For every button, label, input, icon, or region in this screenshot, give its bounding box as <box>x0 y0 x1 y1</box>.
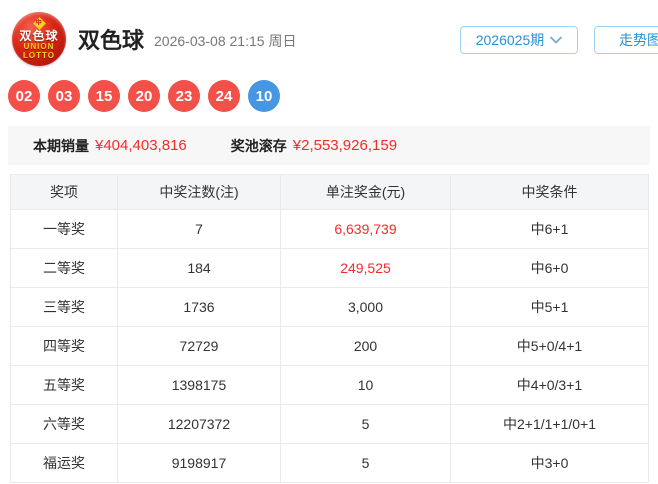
col-header-prize: 奖项 <box>10 174 118 210</box>
prize-condition: 中4+0/3+1 <box>450 365 649 405</box>
page-title: 双色球 <box>78 28 145 53</box>
prize-count: 12207372 <box>117 404 281 444</box>
prize-amount: 5 <box>280 443 451 483</box>
col-header-condition: 中奖条件 <box>450 174 649 210</box>
table-row: 五等奖 1398175 10 中4+0/3+1 <box>10 365 649 405</box>
table-row: 六等奖 12207372 5 中2+1/1+1/0+1 <box>10 404 649 444</box>
prize-condition: 中5+0/4+1 <box>450 326 649 366</box>
prize-condition: 中2+1/1+1/0+1 <box>450 404 649 444</box>
draw-datetime: 2026-03-08 21:15 周日 <box>154 33 297 49</box>
table-row: 二等奖 184 249,525 中6+0 <box>10 248 649 288</box>
prize-count: 184 <box>117 248 281 288</box>
chevron-down-icon <box>550 36 563 44</box>
pool-value: ¥2,553,926,159 <box>292 137 398 154</box>
trend-chart-label: 走势图 <box>619 32 658 48</box>
prize-name: 二等奖 <box>10 248 118 288</box>
union-lotto-logo: 中 双色球 UNION LOTTO <box>12 12 66 66</box>
prize-condition: 中5+1 <box>450 287 649 327</box>
table-row: 三等奖 1736 3,000 中5+1 <box>10 287 649 327</box>
prize-name: 福运奖 <box>10 443 118 483</box>
prize-amount: 6,639,739 <box>280 209 451 249</box>
prize-name: 四等奖 <box>10 326 118 366</box>
prize-amount: 5 <box>280 404 451 444</box>
prize-amount: 10 <box>280 365 451 405</box>
red-ball: 20 <box>128 80 160 112</box>
prize-condition: 中6+0 <box>450 248 649 288</box>
table-header-row: 奖项 中奖注数(注) 单注奖金(元) 中奖条件 <box>10 174 649 210</box>
table-row: 福运奖 9198917 5 中3+0 <box>10 443 649 483</box>
prize-amount: 249,525 <box>280 248 451 288</box>
sales-label: 本期销量 <box>33 137 89 154</box>
prize-count: 7 <box>117 209 281 249</box>
logo-mark-icon: 中 <box>32 16 46 30</box>
prize-name: 三等奖 <box>10 287 118 327</box>
prize-table: 奖项 中奖注数(注) 单注奖金(元) 中奖条件 一等奖 7 6,639,739 … <box>10 174 649 483</box>
red-ball: 15 <box>88 80 120 112</box>
prize-amount: 3,000 <box>280 287 451 327</box>
col-header-amount: 单注奖金(元) <box>280 174 451 210</box>
prize-condition: 中3+0 <box>450 443 649 483</box>
prize-name: 五等奖 <box>10 365 118 405</box>
prize-count: 1736 <box>117 287 281 327</box>
red-ball: 24 <box>208 80 240 112</box>
period-selector-dropdown[interactable]: 2026025期 <box>460 26 578 54</box>
prize-name: 一等奖 <box>10 209 118 249</box>
prize-count: 1398175 <box>117 365 281 405</box>
col-header-count: 中奖注数(注) <box>117 174 281 210</box>
red-ball: 02 <box>8 80 40 112</box>
sales-strip: 本期销量 ¥404,403,816 奖池滚存 ¥2,553,926,159 <box>8 126 650 165</box>
period-selector-label: 2026025期 <box>475 32 545 48</box>
pool-label: 奖池滚存 <box>230 137 287 154</box>
red-ball: 03 <box>48 80 80 112</box>
sales-value: ¥404,403,816 <box>95 137 187 154</box>
blue-ball: 10 <box>248 80 280 112</box>
table-row: 四等奖 72729 200 中5+0/4+1 <box>10 326 649 366</box>
trend-chart-button[interactable]: 走势图 <box>594 26 658 54</box>
logo-union-text: UNION <box>23 41 55 51</box>
logo-cn-text: 双色球 <box>19 28 59 43</box>
prize-name: 六等奖 <box>10 404 118 444</box>
logo-lotto-text: LOTTO <box>23 50 55 60</box>
prize-amount: 200 <box>280 326 451 366</box>
prize-count: 9198917 <box>117 443 281 483</box>
prize-count: 72729 <box>117 326 281 366</box>
table-row: 一等奖 7 6,639,739 中6+1 <box>10 209 649 249</box>
drawn-numbers: 02 03 15 20 23 24 10 <box>8 80 658 112</box>
prize-condition: 中6+1 <box>450 209 649 249</box>
red-ball: 23 <box>168 80 200 112</box>
